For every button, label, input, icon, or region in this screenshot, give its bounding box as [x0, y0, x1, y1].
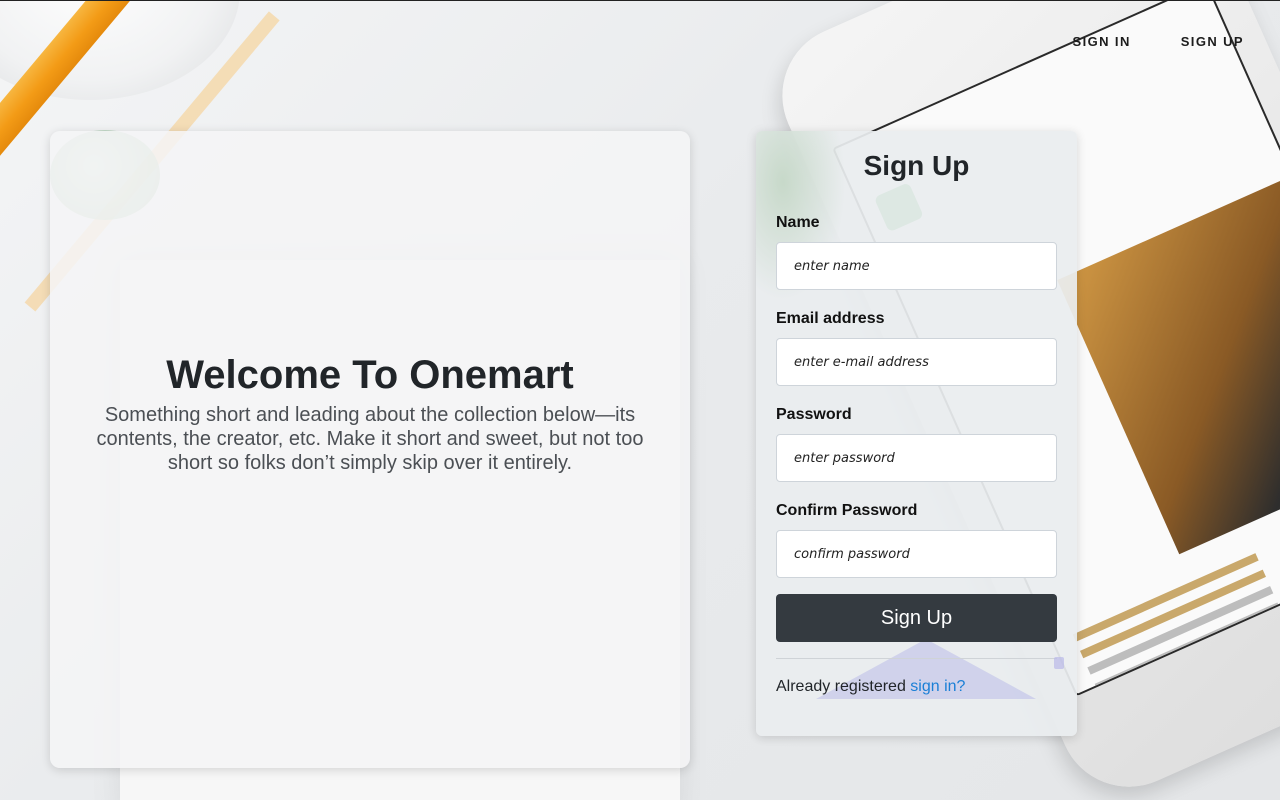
- bag-icon: [1054, 657, 1064, 669]
- name-label: Name: [776, 214, 820, 231]
- email-input[interactable]: [776, 338, 1057, 386]
- phone-text-decoration: [1072, 553, 1259, 642]
- name-field-group: Name: [776, 211, 1057, 290]
- name-input[interactable]: [776, 242, 1057, 290]
- form-divider: [776, 658, 1057, 659]
- top-border: [0, 0, 1280, 1]
- welcome-card: Welcome To Onemart Something short and l…: [50, 131, 690, 768]
- already-registered-label: Already registered: [776, 678, 906, 695]
- signup-card: Sign Up Name Email address Password Conf…: [756, 131, 1077, 736]
- sign-in-link[interactable]: sign in?: [910, 678, 965, 695]
- confirm-password-field-group: Confirm Password: [776, 499, 1057, 578]
- email-label: Email address: [776, 310, 885, 327]
- phone-photo-decoration: [1057, 166, 1280, 555]
- signup-button[interactable]: Sign Up: [776, 594, 1057, 642]
- password-input[interactable]: [776, 434, 1057, 482]
- top-nav: SIGN IN SIGN UP: [1073, 34, 1244, 49]
- welcome-description: Something short and leading about the co…: [96, 404, 644, 474]
- nav-sign-in-link[interactable]: SIGN IN: [1073, 34, 1131, 49]
- password-label: Password: [776, 406, 852, 423]
- nav-sign-up-link[interactable]: SIGN UP: [1181, 34, 1244, 49]
- confirm-password-input[interactable]: [776, 530, 1057, 578]
- signup-title: Sign Up: [863, 150, 970, 181]
- already-registered-text: Already registered sign in?: [776, 678, 965, 696]
- password-field-group: Password: [776, 403, 1057, 482]
- email-field-group: Email address: [776, 307, 1057, 386]
- welcome-content: Welcome To Onemart Something short and l…: [50, 351, 690, 475]
- confirm-password-label: Confirm Password: [776, 502, 918, 519]
- welcome-title: Welcome To Onemart: [166, 353, 574, 397]
